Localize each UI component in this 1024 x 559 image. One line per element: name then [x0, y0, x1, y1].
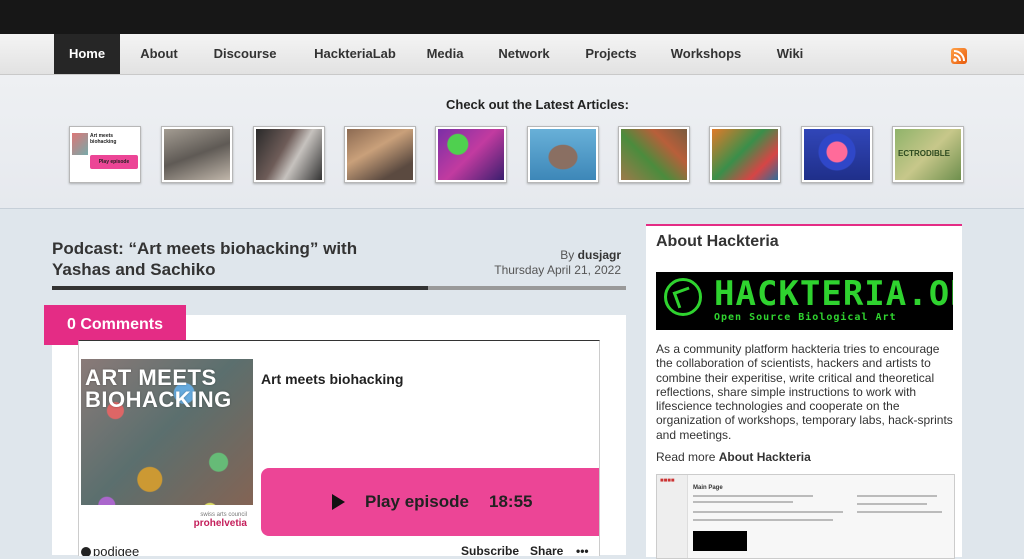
read-more-link[interactable]: Read more About Hackteria: [656, 450, 811, 464]
episode-duration: 18:55: [489, 492, 533, 511]
nav-media[interactable]: Media: [420, 34, 470, 74]
post-date: Thursday April 21, 2022: [494, 263, 621, 277]
latest-articles-title: Check out the Latest Articles:: [445, 97, 629, 112]
subscribe-button[interactable]: Subscribe: [461, 544, 519, 556]
post-byline: By dusjagr: [494, 248, 621, 263]
logo-tagline: Open Source Biological Art: [714, 312, 897, 323]
article-thumbnail[interactable]: [618, 126, 690, 183]
byline-label: By: [560, 248, 575, 262]
post-author[interactable]: dusjagr: [578, 248, 621, 262]
about-sidebar: About Hackteria HACKTERIA.ORG Open Sourc…: [646, 224, 962, 559]
podigee-logo[interactable]: podigee: [81, 544, 139, 556]
sidebar-title: About Hackteria: [656, 233, 779, 250]
cover-title: ART MEETS BIOHACKING: [85, 365, 232, 412]
thumbnail-cover: [72, 133, 88, 155]
article-thumbnail[interactable]: [344, 126, 416, 183]
post-meta: By dusjagr Thursday April 21, 2022: [494, 248, 621, 278]
article-thumbnail[interactable]: Art meets biohacking Play episode: [69, 126, 141, 183]
post-title[interactable]: Podcast: “Art meets biohacking” with Yas…: [52, 238, 392, 280]
nav-network[interactable]: Network: [491, 34, 557, 74]
about-description: As a community platform hackteria tries …: [656, 342, 953, 442]
main-navigation: Home About Discourse HackteriaLab Media …: [0, 34, 1024, 75]
nav-workshops[interactable]: Workshops: [664, 34, 748, 74]
hackteria-logo[interactable]: HACKTERIA.ORG Open Source Biological Art: [656, 272, 953, 330]
article-thumbnail[interactable]: [709, 126, 781, 183]
article-thumbnail[interactable]: [161, 126, 233, 183]
hackteria-logo-icon: [664, 278, 702, 316]
nav-home[interactable]: Home: [54, 34, 120, 74]
article-thumbnail[interactable]: [435, 126, 507, 183]
thumbnail-caption: Art meets biohacking: [90, 133, 117, 145]
title-divider: [52, 286, 626, 290]
article-thumbnail[interactable]: [253, 126, 325, 183]
cover-brand-logo: prohelvetia: [193, 518, 247, 529]
episode-cover-image: ART MEETS BIOHACKING swiss arts council …: [81, 359, 253, 531]
episode-title: Art meets biohacking: [261, 371, 404, 387]
thumbnail-caption: ECTRODIBLE: [898, 149, 950, 158]
article-thumbnail[interactable]: ECTRODIBLE: [892, 126, 964, 183]
play-icon: [332, 494, 345, 510]
logo-wordmark: HACKTERIA.ORG: [714, 274, 953, 314]
wiki-screenshot[interactable]: ■■■■ Main Page: [656, 474, 955, 559]
share-button[interactable]: Share: [530, 544, 563, 556]
play-label: Play episode: [365, 492, 469, 511]
nav-discourse[interactable]: Discourse: [205, 34, 285, 74]
comments-badge[interactable]: 0 Comments: [44, 305, 186, 345]
wiki-heading: Main Page: [693, 485, 723, 491]
article-thumbnail[interactable]: [527, 126, 599, 183]
article-thumbnail[interactable]: [801, 126, 873, 183]
nav-about[interactable]: About: [132, 34, 186, 74]
more-options-icon[interactable]: •••: [576, 544, 589, 556]
podcast-player: ART MEETS BIOHACKING swiss arts council …: [78, 340, 600, 556]
nav-projects[interactable]: Projects: [577, 34, 645, 74]
nav-wiki[interactable]: Wiki: [770, 34, 810, 74]
top-black-bar: [0, 0, 1024, 34]
thumbnail-play-button: Play episode: [90, 155, 138, 169]
nav-hackterialab[interactable]: HackteriaLab: [303, 34, 407, 74]
latest-articles: Check out the Latest Articles: Art meets…: [0, 75, 1024, 209]
rss-icon[interactable]: [951, 48, 967, 64]
play-episode-button[interactable]: Play episode 18:55: [261, 468, 599, 536]
